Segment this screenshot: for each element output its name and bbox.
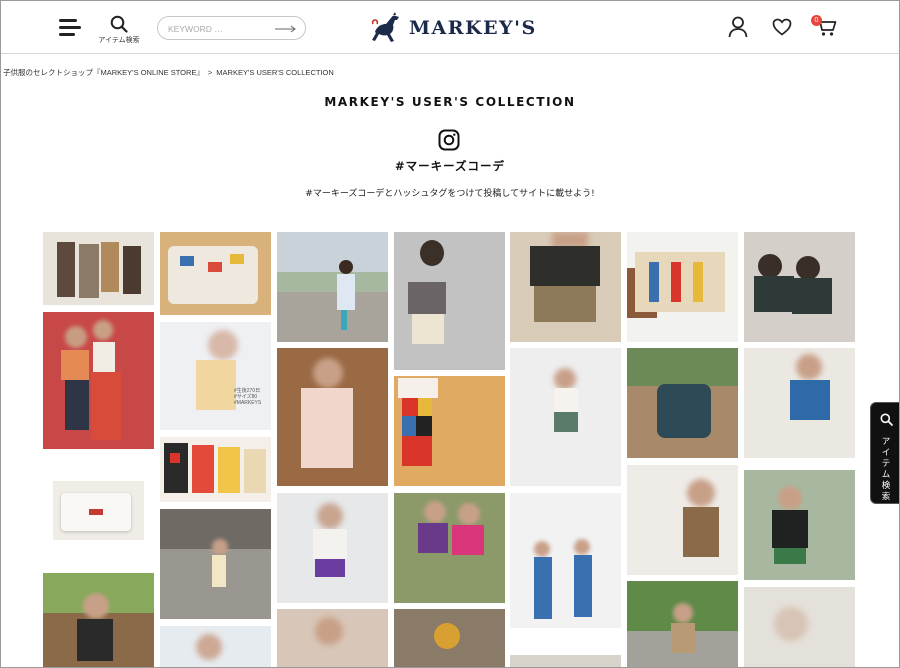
search-icon <box>880 413 893 426</box>
site-header: アイテム検索 MARKEY'S <box>1 1 899 54</box>
user-photo[interactable] <box>43 573 154 667</box>
site-logo[interactable]: MARKEY'S <box>369 10 537 46</box>
photo-caption: #生後270日 #サイズ80 #MARKEYS <box>234 388 262 406</box>
cart-count-badge: 0 <box>811 15 822 26</box>
breadcrumb-separator: > <box>207 68 213 77</box>
user-photo[interactable] <box>394 493 505 603</box>
breadcrumb-home-link[interactable]: 子供服のセレクトショップ『MARKEY'S ONLINE STORE』 <box>3 68 204 77</box>
user-photo[interactable] <box>160 509 271 619</box>
horse-logo-icon <box>371 12 399 42</box>
user-photo[interactable] <box>277 232 388 342</box>
item-search-button[interactable]: アイテム検索 <box>97 15 141 45</box>
logo-wordmark: MARKEY'S <box>409 17 537 39</box>
heart-icon <box>772 18 792 36</box>
user-photo[interactable] <box>627 581 738 667</box>
user-photo[interactable] <box>627 465 738 575</box>
user-photo[interactable] <box>43 232 154 305</box>
user-photo[interactable] <box>160 232 271 315</box>
account-button[interactable] <box>728 16 748 42</box>
cart-button[interactable]: 0 <box>811 15 837 41</box>
user-photo[interactable] <box>510 348 621 486</box>
user-photo[interactable] <box>277 348 388 486</box>
hashtag-heading: #マーキーズコーデ <box>394 159 506 173</box>
user-photo[interactable] <box>510 232 621 342</box>
user-icon <box>728 16 748 38</box>
search-icon <box>110 15 128 33</box>
user-photo[interactable] <box>510 655 621 667</box>
user-photo[interactable] <box>160 437 271 502</box>
breadcrumb: 子供服のセレクトショップ『MARKEY'S ONLINE STORE』 > MARK… <box>3 67 334 78</box>
side-tab-label: アイテム検索 <box>881 437 891 502</box>
menu-icon[interactable] <box>59 19 81 37</box>
breadcrumb-current: MARKEY'S USER'S COLLECTION <box>216 68 334 77</box>
user-photo[interactable] <box>744 587 855 667</box>
user-photo[interactable]: #生後270日 #サイズ80 #MARKEYS <box>160 322 271 430</box>
user-photo[interactable] <box>277 493 388 603</box>
page-title: MARKEY'S USER'S COLLECTION <box>324 95 576 109</box>
user-photo[interactable] <box>394 232 505 370</box>
arrow-right-icon[interactable] <box>275 25 297 33</box>
user-photo[interactable] <box>53 481 144 540</box>
keyword-search-box <box>157 16 306 40</box>
user-photo[interactable] <box>394 609 505 667</box>
user-photo[interactable] <box>627 348 738 458</box>
user-photo[interactable] <box>744 470 855 580</box>
user-photo[interactable] <box>160 626 271 667</box>
page-frame: アイテム検索 MARKEY'S <box>0 0 900 668</box>
instagram-icon[interactable] <box>438 129 460 151</box>
user-photo[interactable] <box>510 493 621 628</box>
lead-text: #マーキーズコーデとハッシュタグをつけて投稿してサイトに載せよう! <box>305 189 595 199</box>
user-photo[interactable] <box>744 232 855 342</box>
user-photo[interactable] <box>43 312 154 449</box>
user-photo[interactable] <box>394 376 505 486</box>
favorites-button[interactable] <box>772 18 792 40</box>
keyword-input[interactable] <box>168 21 268 36</box>
user-photo[interactable] <box>744 348 855 458</box>
item-search-label: アイテム検索 <box>98 36 140 44</box>
user-photo[interactable] <box>277 609 388 667</box>
item-search-side-tab[interactable]: アイテム検索 <box>870 402 899 504</box>
user-photo[interactable] <box>627 232 738 342</box>
